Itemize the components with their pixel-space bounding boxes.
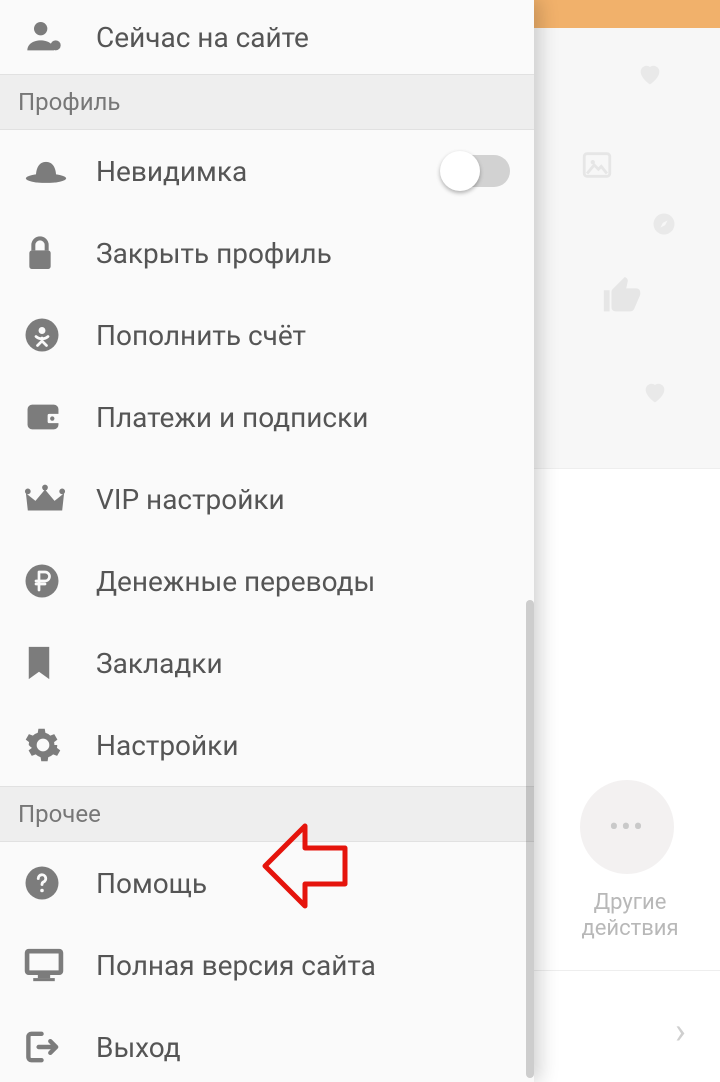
menu-item-logout[interactable]: Выход [0, 1006, 534, 1082]
menu-item-label: Невидимка [96, 155, 247, 188]
thumbs-up-icon [600, 273, 646, 319]
menu-item-label: Полная версия сайта [96, 949, 376, 982]
menu-item-label: Выход [96, 1031, 181, 1064]
section-header-profile: Профиль [0, 74, 534, 130]
menu-item-label: Сейчас на сайте [96, 21, 309, 54]
menu-item-vip-settings[interactable]: VIP настройки [0, 458, 534, 540]
ok-currency-icon [24, 317, 96, 353]
scrollbar-thumb[interactable] [526, 600, 534, 1078]
crown-icon [24, 482, 96, 516]
menu-item-help[interactable]: Помощь [0, 842, 534, 924]
heart-icon [640, 378, 670, 406]
heart-icon [635, 60, 665, 88]
menu-item-online-now[interactable]: Сейчас на сайте [0, 0, 534, 74]
menu-item-label: Помощь [96, 867, 207, 900]
gear-icon [24, 726, 96, 764]
compass-icon [650, 210, 678, 238]
monitor-icon [24, 947, 96, 983]
toggle-knob [440, 151, 480, 191]
ellipsis-icon: ••• [609, 810, 645, 845]
menu-item-invisible[interactable]: Невидимка [0, 130, 534, 212]
menu-item-label: Закладки [96, 647, 223, 680]
menu-item-label: Платежи и подписки [96, 401, 368, 434]
more-actions-label: Другие действия [560, 890, 700, 943]
hat-icon [24, 156, 96, 186]
menu-item-label: Закрыть профиль [96, 237, 332, 270]
help-icon [24, 865, 96, 901]
bg-divider [534, 970, 720, 971]
image-icon [578, 148, 616, 182]
menu-item-settings[interactable]: Настройки [0, 704, 534, 786]
side-drawer: Сейчас на сайте Профиль Невидимка Закрыт… [0, 0, 534, 1082]
menu-item-money-transfers[interactable]: Денежные переводы [0, 540, 534, 622]
section-header-other: Прочее [0, 786, 534, 842]
chevron-right-icon[interactable]: › [675, 1010, 686, 1052]
invisible-toggle[interactable] [442, 155, 510, 187]
menu-item-full-site[interactable]: Полная версия сайта [0, 924, 534, 1006]
logout-icon [24, 1029, 96, 1065]
menu-item-label: Пополнить счёт [96, 319, 306, 352]
menu-item-label: Денежные переводы [96, 565, 375, 598]
menu-item-close-profile[interactable]: Закрыть профиль [0, 212, 534, 294]
more-actions-button[interactable]: ••• [580, 780, 674, 874]
bg-divider [534, 468, 720, 469]
ruble-icon [24, 563, 96, 599]
bg-image-placeholder-area [534, 28, 720, 468]
menu-item-label: VIP настройки [96, 483, 285, 516]
user-online-icon [24, 17, 96, 57]
wallet-icon [24, 400, 96, 434]
bookmark-icon [24, 644, 96, 682]
menu-item-label: Настройки [96, 729, 238, 762]
lock-icon [24, 234, 96, 272]
menu-item-top-up[interactable]: Пополнить счёт [0, 294, 534, 376]
menu-item-bookmarks[interactable]: Закладки [0, 622, 534, 704]
menu-item-payments[interactable]: Платежи и подписки [0, 376, 534, 458]
